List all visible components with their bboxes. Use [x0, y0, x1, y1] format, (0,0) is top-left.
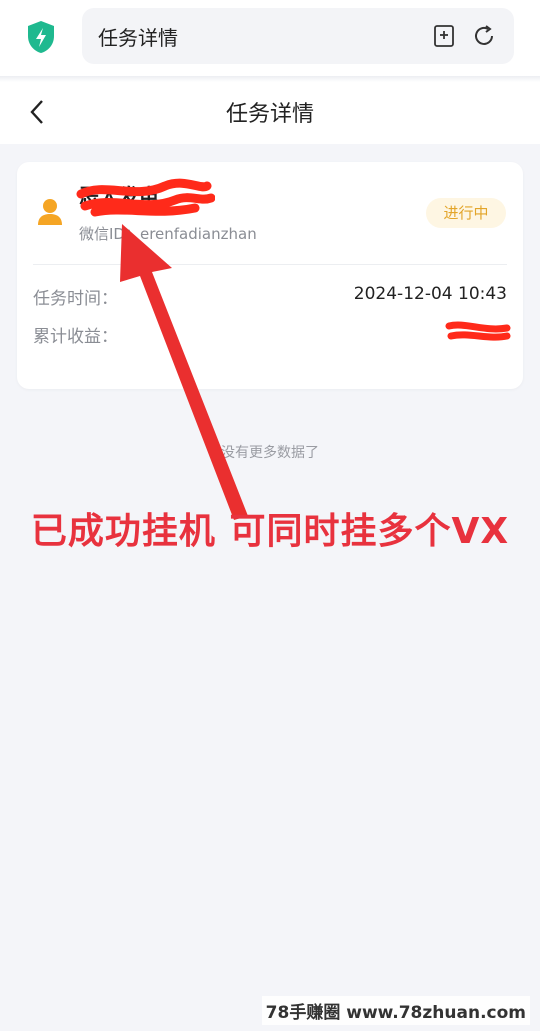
redaction-scribble	[76, 178, 215, 217]
address-bar-title: 任务详情	[98, 26, 178, 50]
task-card[interactable]: 恶人发电 微信ID：erenfadianzhan 进行中 任务时间： 2024-…	[17, 162, 523, 389]
task-time-value: 2024-12-04 10:43	[353, 284, 507, 304]
shield-icon[interactable]	[26, 20, 56, 54]
annotation-caption: 已成功挂机 可同时挂多个VX	[30, 511, 510, 552]
earnings-label: 累计收益：	[33, 327, 118, 347]
divider	[33, 264, 507, 265]
task-time-label: 任务时间：	[33, 289, 118, 309]
refresh-icon[interactable]	[472, 24, 496, 48]
no-more-data-text: 没有更多数据了	[221, 445, 319, 461]
annotation-arrow-icon	[120, 224, 248, 520]
bookmark-add-icon[interactable]	[432, 24, 456, 48]
user-icon	[38, 199, 62, 225]
browser-bar: 任务详情	[0, 0, 540, 76]
redaction-scribble	[445, 321, 511, 341]
page-title: 任务详情	[225, 102, 314, 127]
watermark: 78手赚圈 www.78zhuan.com	[261, 996, 530, 1025]
page-header: 任务详情	[0, 82, 540, 144]
address-bar[interactable]: 任务详情	[82, 8, 514, 64]
status-badge: 进行中	[426, 198, 506, 228]
